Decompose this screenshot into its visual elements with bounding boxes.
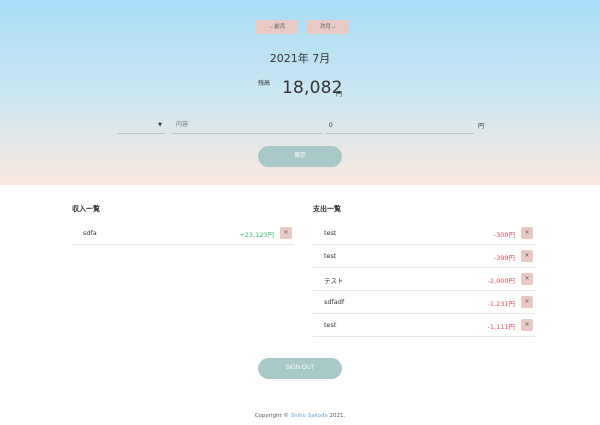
list-item: sdfadf -1,231円 × [313,291,535,314]
footer-copyright: Copyright © Shiho Sakoda 2021. [0,413,600,419]
copyright-prefix: Copyright © [254,413,291,419]
delete-button[interactable]: × [521,273,533,285]
delete-button[interactable]: × [521,250,533,262]
type-select[interactable]: ▼ [117,117,165,134]
expense-list: test -300円 × test -399円 × テスト -2,000円 × … [313,222,535,337]
next-month-button[interactable]: 次月→ [307,20,349,34]
balance-label: 残高 [258,80,271,87]
chevron-down-icon: ▼ [158,122,162,128]
list-item: test -300円 × [313,222,535,245]
sign-out-button[interactable]: SIGN OUT [258,358,342,379]
item-label: test [324,321,337,329]
content-input[interactable] [172,117,322,134]
delete-button[interactable]: × [521,227,533,239]
item-label: sdfadf [324,298,345,306]
item-amount: -399円 [493,254,515,262]
delete-button[interactable]: × [521,319,533,331]
income-list-title: 収入一覧 [72,205,100,213]
balance-value: 18,082 [282,78,343,98]
copyright-owner: Shiho Sakoda [290,413,328,419]
list-item: sdfa +23,123円 × [72,222,294,245]
list-item: テスト -2,000円 × [313,268,535,291]
item-amount: -1,231円 [487,300,515,308]
amount-unit: 円 [478,123,485,130]
item-label: test [324,252,337,260]
item-label: sdfa [83,229,97,237]
month-title: 2021年 7月 [269,52,331,65]
item-amount: -1,111円 [487,323,515,331]
save-button[interactable]: 保存 [258,146,342,167]
balance-unit: 円 [336,91,343,98]
item-label: テスト [324,277,344,285]
item-amount: -2,000円 [487,277,515,285]
item-label: test [324,229,337,237]
expense-list-title: 支出一覧 [313,205,341,213]
income-list: sdfa +23,123円 × [72,222,294,245]
item-amount: -300円 [493,231,515,239]
copyright-suffix: 2021. [327,413,346,419]
item-amount: +23,123円 [239,231,274,239]
delete-button[interactable]: × [521,296,533,308]
amount-input[interactable] [326,117,474,134]
list-item: test -399円 × [313,245,535,268]
list-item: test -1,111円 × [313,314,535,337]
prev-month-button[interactable]: ←前月 [256,20,298,34]
delete-button[interactable]: × [280,227,292,239]
